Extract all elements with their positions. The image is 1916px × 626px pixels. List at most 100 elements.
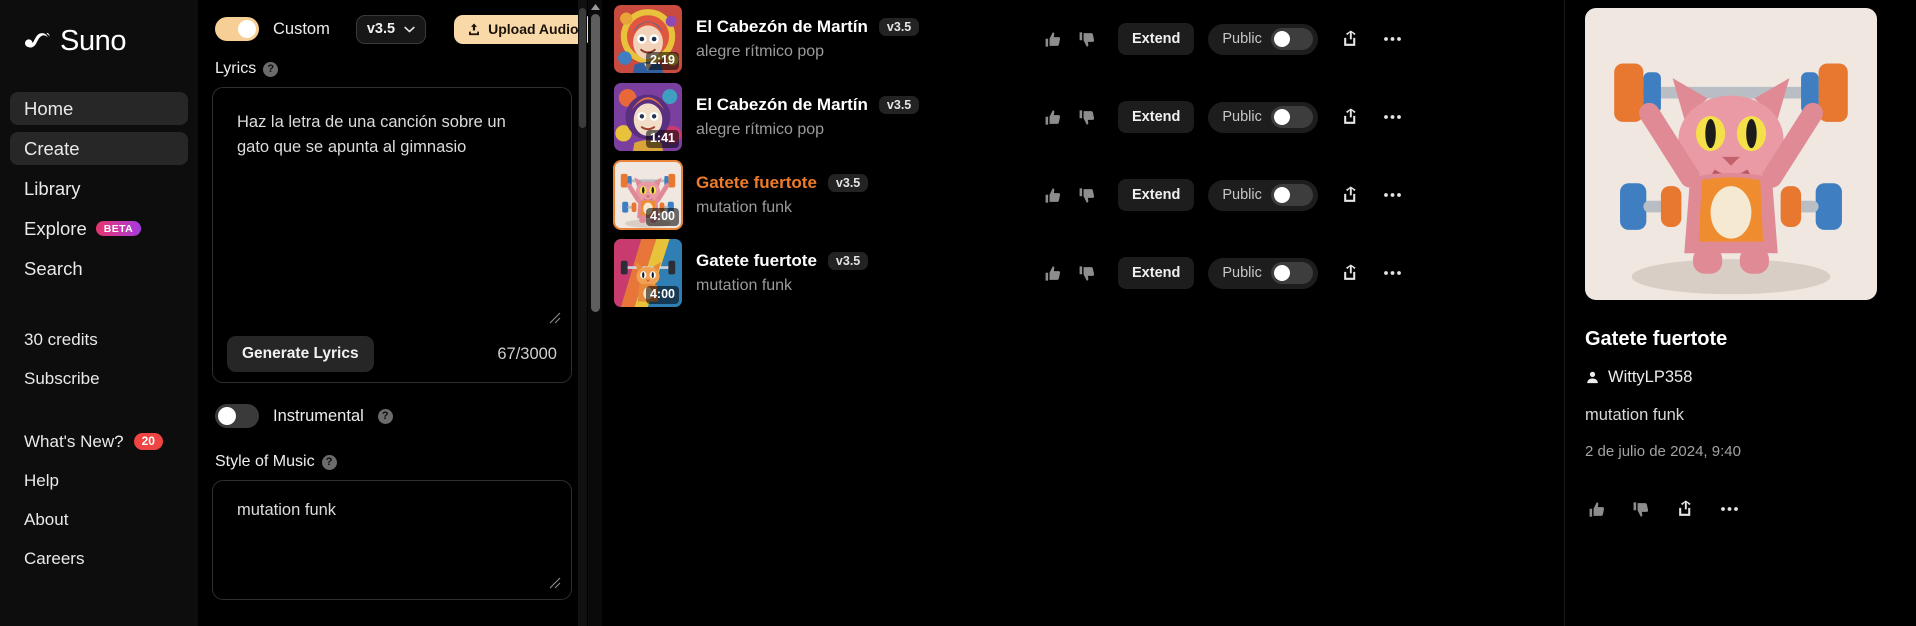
table-row[interactable]: 1:41 El Cabezón de Martín v3.5 alegre rí… <box>610 78 1564 156</box>
sidebar-item-help[interactable]: Help <box>10 464 188 497</box>
public-toggle[interactable]: Public <box>1208 257 1318 289</box>
share-button[interactable] <box>1334 178 1368 212</box>
song-title[interactable]: Gatete fuertote <box>696 251 817 271</box>
scrollbar-thumb[interactable] <box>591 14 600 312</box>
thumbs-down-button[interactable] <box>1070 22 1104 56</box>
toggle-knob <box>1273 265 1290 281</box>
public-toggle-switch[interactable] <box>1270 106 1313 128</box>
extend-button[interactable]: Extend <box>1118 23 1195 55</box>
more-options-button[interactable] <box>1712 492 1746 526</box>
thumbs-up-button[interactable] <box>1036 256 1070 290</box>
share-button[interactable] <box>1334 256 1368 290</box>
resize-grip-icon[interactable] <box>549 312 561 324</box>
sidebar-item-label: Careers <box>24 548 85 568</box>
resize-grip-icon[interactable] <box>549 577 561 589</box>
thumbs-up-icon <box>1044 186 1063 205</box>
help-icon[interactable]: ? <box>263 61 279 77</box>
sidebar-item-create[interactable]: Create <box>10 132 188 165</box>
table-row[interactable]: 2:19 El Cabezón de Martín v3.5 alegre rí… <box>610 0 1564 78</box>
thumbs-up-button[interactable] <box>1036 22 1070 56</box>
extend-button[interactable]: Extend <box>1118 257 1195 289</box>
public-toggle-switch[interactable] <box>1270 262 1313 284</box>
style-field-label: Style of Music ? <box>215 453 572 471</box>
share-icon <box>1341 30 1360 49</box>
song-title[interactable]: El Cabezón de Martín <box>696 17 868 37</box>
credits-display: 30 credits <box>10 323 188 356</box>
song-version-badge: v3.5 <box>827 252 869 270</box>
more-options-button[interactable] <box>1376 178 1410 212</box>
lyrics-input-container[interactable]: Haz la letra de una canción sobre un gat… <box>212 87 572 383</box>
thumbs-down-button[interactable] <box>1070 100 1104 134</box>
table-row[interactable]: 4:00 Gatete fuertote v3.5 mutation funk … <box>610 156 1564 234</box>
song-artwork[interactable]: 1:41 <box>614 83 682 151</box>
model-version-select[interactable]: v3.5 <box>355 14 427 44</box>
public-toggle-switch[interactable] <box>1270 184 1313 206</box>
detail-cover-art-icon[interactable] <box>1585 8 1877 300</box>
sidebar: Suno Home Create Library Explore BETA Se… <box>0 0 198 626</box>
sidebar-item-explore[interactable]: Explore BETA <box>10 212 188 245</box>
public-label: Public <box>1222 265 1262 281</box>
style-input[interactable]: mutation funk <box>237 501 547 520</box>
sidebar-item-search[interactable]: Search <box>10 252 188 285</box>
song-duration: 4:00 <box>645 208 679 226</box>
help-icon[interactable]: ? <box>321 454 337 470</box>
song-artwork[interactable]: 4:00 <box>613 160 683 230</box>
public-toggle[interactable]: Public <box>1208 179 1318 211</box>
thumbs-up-button[interactable] <box>1036 178 1070 212</box>
more-options-button[interactable] <box>1376 100 1410 134</box>
subscribe-label: Subscribe <box>24 368 100 388</box>
public-toggle[interactable]: Public <box>1208 101 1318 133</box>
song-artwork[interactable]: 4:00 <box>614 239 682 307</box>
chevron-down-icon <box>404 26 415 32</box>
thumbs-down-button[interactable] <box>1070 256 1104 290</box>
thumbs-down-button[interactable] <box>1624 492 1658 526</box>
more-options-button[interactable] <box>1376 22 1410 56</box>
sidebar-item-about[interactable]: About <box>10 503 188 536</box>
song-list-scrollbar[interactable] <box>588 0 602 626</box>
scroll-up-arrow-icon[interactable] <box>591 4 600 10</box>
more-icon <box>1384 37 1402 41</box>
sidebar-item-careers[interactable]: Careers <box>10 542 188 575</box>
scrollbar-thumb[interactable] <box>579 8 586 128</box>
sidebar-item-label: Home <box>24 97 74 119</box>
thumbs-down-icon <box>1078 30 1097 49</box>
thumbs-up-icon <box>1044 264 1063 283</box>
lyrics-input[interactable]: Haz la letra de una canción sobre un gat… <box>237 110 527 160</box>
song-meta: Gatete fuertote v3.5 mutation funk <box>696 251 986 295</box>
instrumental-toggle[interactable] <box>215 404 259 428</box>
share-button[interactable] <box>1334 22 1368 56</box>
upload-audio-button[interactable]: Upload Audio <box>454 14 592 44</box>
more-icon <box>1720 507 1738 511</box>
more-options-button[interactable] <box>1376 256 1410 290</box>
sidebar-item-home[interactable]: Home <box>10 92 188 125</box>
create-panel-scrollbar[interactable] <box>578 0 587 626</box>
extend-button[interactable]: Extend <box>1118 179 1195 211</box>
brand-logo[interactable]: Suno <box>0 18 198 62</box>
sidebar-item-whats-new[interactable]: What's New? 20 <box>10 425 188 458</box>
custom-mode-toggle[interactable] <box>215 17 259 41</box>
sidebar-item-library[interactable]: Library <box>10 172 188 205</box>
share-button[interactable] <box>1334 100 1368 134</box>
primary-nav: Home Create Library Explore BETA Search <box>0 92 198 285</box>
generate-lyrics-button[interactable]: Generate Lyrics <box>227 336 374 372</box>
table-row[interactable]: 4:00 Gatete fuertote v3.5 mutation funk … <box>610 234 1564 312</box>
lyrics-field-label: Lyrics ? <box>215 60 572 78</box>
help-icon[interactable]: ? <box>377 408 393 424</box>
style-input-container[interactable]: mutation funk <box>212 480 572 600</box>
detail-user[interactable]: WittyLP358 <box>1585 368 1896 387</box>
share-button[interactable] <box>1668 492 1702 526</box>
credits-label: 30 credits <box>24 329 98 349</box>
subscribe-link[interactable]: Subscribe <box>10 362 188 395</box>
public-toggle[interactable]: Public <box>1208 23 1318 55</box>
song-title[interactable]: Gatete fuertote <box>696 173 817 193</box>
song-title[interactable]: El Cabezón de Martín <box>696 95 868 115</box>
instrumental-row: Instrumental ? <box>215 404 572 428</box>
thumbs-down-button[interactable] <box>1070 178 1104 212</box>
whats-new-count-badge: 20 <box>133 432 163 451</box>
thumbs-up-button[interactable] <box>1036 100 1070 134</box>
extend-button[interactable]: Extend <box>1118 101 1195 133</box>
thumbs-up-button[interactable] <box>1580 492 1614 526</box>
song-artwork[interactable]: 2:19 <box>614 5 682 73</box>
public-toggle-switch[interactable] <box>1270 28 1313 50</box>
sidebar-item-label: Help <box>24 470 59 490</box>
